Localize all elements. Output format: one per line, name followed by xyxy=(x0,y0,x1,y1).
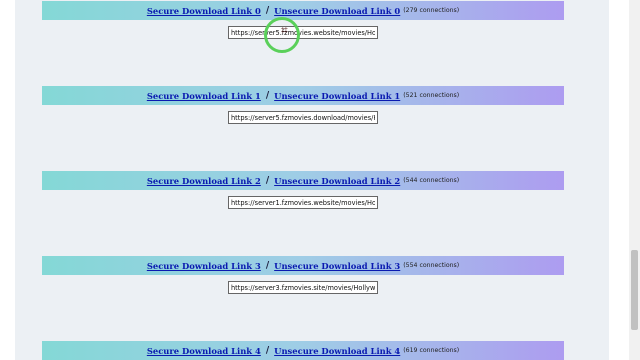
connections-count: (544 connections) xyxy=(403,177,460,184)
unsecure-download-link-2[interactable]: Unsecure Download Link 2 xyxy=(274,176,400,186)
download-block-3: Secure Download Link 3 / Unsecure Downlo… xyxy=(42,256,564,294)
download-block-2: Secure Download Link 2 / Unsecure Downlo… xyxy=(42,171,564,209)
secure-download-link-1[interactable]: Secure Download Link 1 xyxy=(147,91,261,101)
download-block-4: Secure Download Link 4 / Unsecure Downlo… xyxy=(42,341,564,360)
unsecure-download-link-4[interactable]: Unsecure Download Link 4 xyxy=(274,346,400,356)
download-block-1: Secure Download Link 1 / Unsecure Downlo… xyxy=(42,86,564,124)
link-separator: / xyxy=(265,345,270,356)
download-link-bar: Secure Download Link 1 / Unsecure Downlo… xyxy=(42,86,564,105)
link-separator: / xyxy=(265,90,270,101)
connections-count: (521 connections) xyxy=(403,92,460,99)
download-block-0: Secure Download Link 0 / Unsecure Downlo… xyxy=(42,1,564,39)
download-url-field-3[interactable] xyxy=(228,281,378,294)
link-separator: / xyxy=(265,175,270,186)
connections-count: (279 connections) xyxy=(403,7,460,14)
unsecure-download-link-1[interactable]: Unsecure Download Link 1 xyxy=(274,91,400,101)
link-separator: / xyxy=(265,260,270,271)
secure-download-link-3[interactable]: Secure Download Link 3 xyxy=(147,261,261,271)
download-url-field-2[interactable] xyxy=(228,196,378,209)
secure-download-link-2[interactable]: Secure Download Link 2 xyxy=(147,176,261,186)
page: Secure Download Link 0 / Unsecure Downlo… xyxy=(0,0,640,360)
download-link-bar: Secure Download Link 0 / Unsecure Downlo… xyxy=(42,1,564,20)
connections-count: (619 connections) xyxy=(403,347,460,354)
connections-count: (554 connections) xyxy=(403,262,460,269)
unsecure-download-link-0[interactable]: Unsecure Download Link 0 xyxy=(274,6,400,16)
secure-download-link-4[interactable]: Secure Download Link 4 xyxy=(147,346,261,356)
link-separator: / xyxy=(265,5,270,16)
download-link-bar: Secure Download Link 3 / Unsecure Downlo… xyxy=(42,256,564,275)
scrollbar-thumb[interactable] xyxy=(631,250,638,330)
secure-download-link-0[interactable]: Secure Download Link 0 xyxy=(147,6,261,16)
download-link-bar: Secure Download Link 4 / Unsecure Downlo… xyxy=(42,341,564,360)
unsecure-download-link-3[interactable]: Unsecure Download Link 3 xyxy=(274,261,400,271)
download-link-bar: Secure Download Link 2 / Unsecure Downlo… xyxy=(42,171,564,190)
download-url-field-0[interactable] xyxy=(228,26,378,39)
download-url-field-1[interactable] xyxy=(228,111,378,124)
